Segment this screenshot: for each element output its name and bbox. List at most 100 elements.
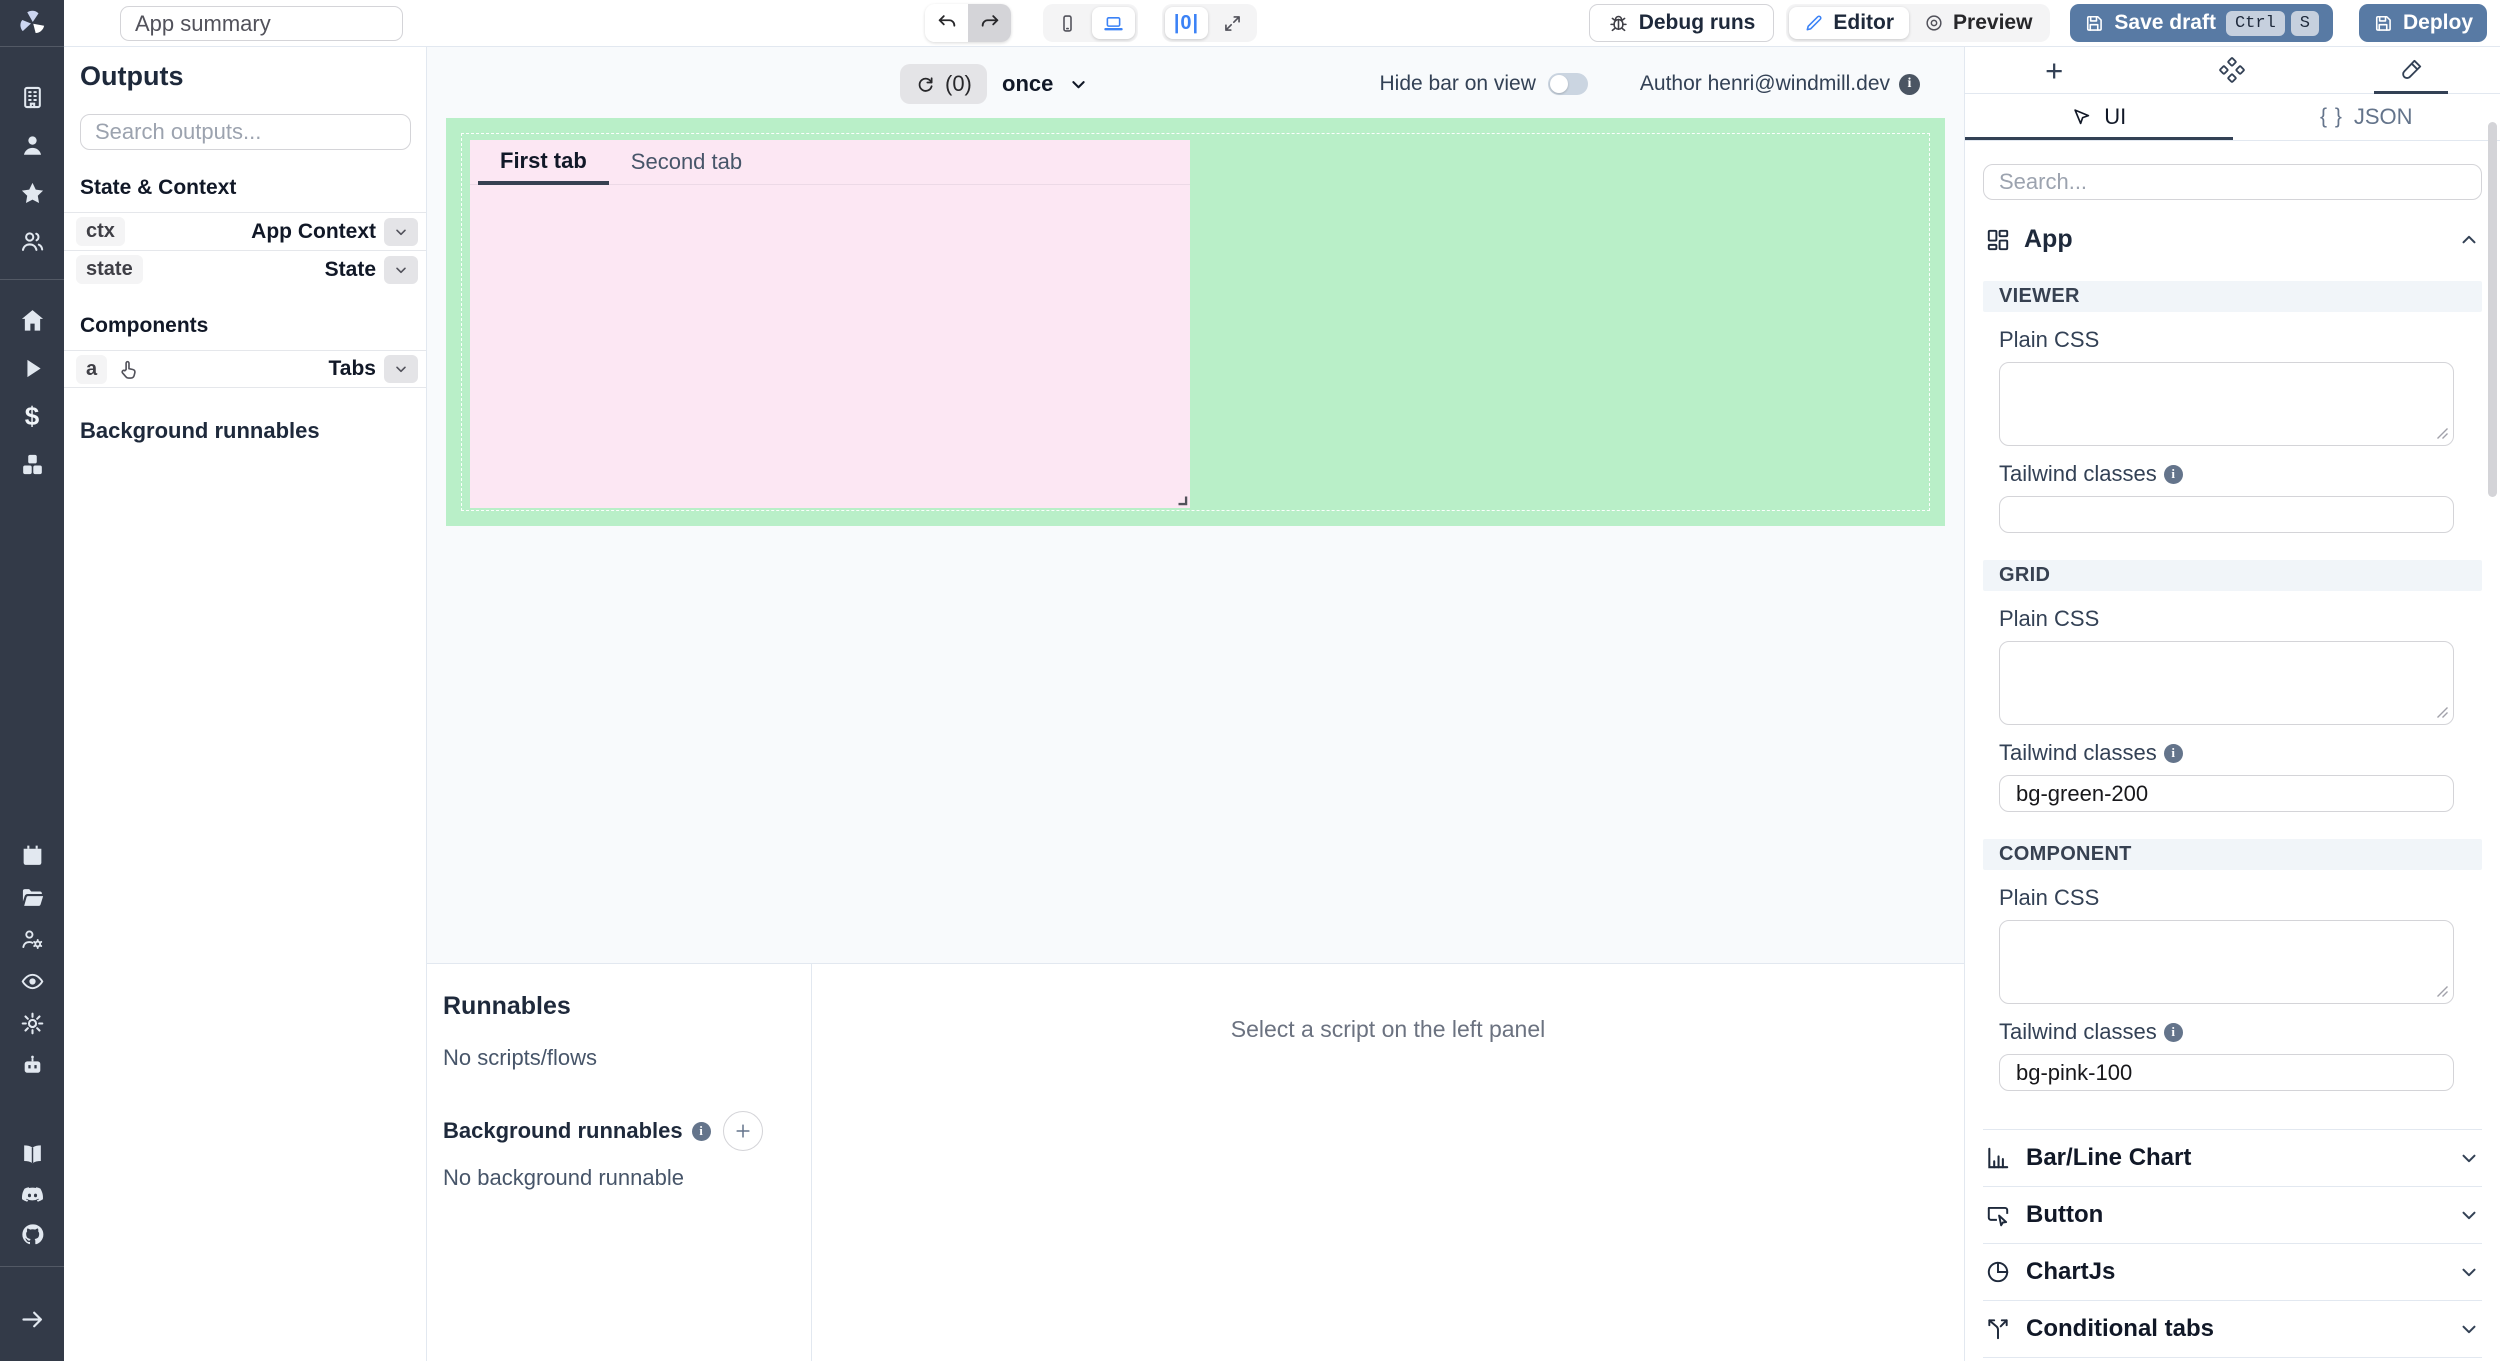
global-styling-tab[interactable]	[2322, 47, 2500, 93]
expand-ctx-button[interactable]	[384, 218, 418, 246]
resize-grip-icon[interactable]	[2436, 427, 2449, 440]
app-grid-background[interactable]: First tab Second tab	[446, 118, 1945, 526]
save-draft-label: Save draft	[2114, 11, 2216, 35]
runnables-panel: Runnables No scripts/flows Background ru…	[427, 963, 1964, 1361]
deploy-button[interactable]: Deploy	[2359, 4, 2487, 42]
expand-style-row-button[interactable]	[2458, 1147, 2480, 1169]
tailwind-info-icon[interactable]: i	[2164, 465, 2183, 484]
sidebar-item-favorites[interactable]	[0, 169, 64, 217]
tailwind-info-icon[interactable]: i	[2164, 1023, 2183, 1042]
scrollbar-thumb[interactable]	[2488, 122, 2497, 497]
expand-style-row-button[interactable]	[2458, 1261, 2480, 1283]
sidebar-item-schedules[interactable]	[0, 834, 64, 876]
refresh-count: (0)	[945, 71, 972, 97]
expand-component-button[interactable]	[384, 355, 418, 383]
chevron-down-icon	[393, 262, 409, 278]
app-section-header[interactable]: App	[1983, 225, 2482, 254]
author-info-icon[interactable]: i	[1899, 74, 1920, 95]
refresh-mode-select[interactable]: once	[992, 64, 1098, 104]
grid-plain-css-label: Plain CSS	[1999, 606, 2482, 632]
sidebar-item-user[interactable]	[0, 121, 64, 169]
discord-icon	[20, 1182, 45, 1207]
sidebar-item-discord[interactable]	[0, 1174, 64, 1214]
background-runnables-row: Background runnables i	[443, 1111, 811, 1151]
resize-grip-icon[interactable]	[2436, 985, 2449, 998]
mobile-view-button[interactable]	[1046, 7, 1089, 39]
output-type-label: State	[325, 258, 376, 282]
outputs-panel: Outputs State & Context ctx App Context …	[64, 47, 427, 1361]
ui-subtab[interactable]: UI	[1965, 94, 2233, 140]
tab-second[interactable]: Second tab	[609, 140, 764, 184]
component-settings-tab[interactable]	[2143, 47, 2321, 93]
styling-search-input[interactable]	[1983, 164, 2482, 200]
resize-grip-icon[interactable]	[2436, 706, 2449, 719]
collapse-app-section-button[interactable]	[2458, 229, 2480, 251]
hide-bar-toggle[interactable]	[1548, 73, 1588, 95]
style-row-button[interactable]: Button	[1983, 1186, 2482, 1243]
insert-component-tab[interactable]: +	[1965, 47, 2143, 93]
sidebar-item-workspace[interactable]	[0, 73, 64, 121]
bar-chart-icon	[1985, 1145, 2011, 1171]
component-tailwind-label: Tailwind classes i	[1999, 1019, 2482, 1045]
center-align-button[interactable]: |0|	[1165, 7, 1208, 39]
style-row-conditional-tabs[interactable]: Conditional tabs	[1983, 1300, 2482, 1357]
sidebar-item-workers[interactable]	[0, 918, 64, 960]
component-tailwind-input[interactable]	[1999, 1054, 2454, 1091]
refresh-count-button[interactable]: (0)	[900, 64, 987, 104]
no-scripts-label: No scripts/flows	[443, 1045, 811, 1071]
sidebar-item-ai[interactable]	[0, 1044, 64, 1086]
sidebar-item-folders[interactable]	[0, 876, 64, 918]
app-summary-input[interactable]	[120, 6, 403, 41]
eye-icon	[20, 969, 45, 994]
phone-icon	[1057, 13, 1078, 34]
output-row-ctx[interactable]: ctx App Context	[64, 212, 426, 250]
app-canvas[interactable]: (0) once Hide bar on view Author henri@w…	[427, 47, 1964, 963]
component-plain-css-input[interactable]	[1999, 920, 2454, 1004]
desktop-view-button[interactable]	[1092, 7, 1135, 39]
component-type-label: Tabs	[329, 357, 376, 381]
resize-handle[interactable]	[1175, 493, 1189, 507]
viewer-tailwind-input[interactable]	[1999, 496, 2454, 533]
undo-button[interactable]	[925, 4, 968, 42]
sidebar-item-audit[interactable]	[0, 960, 64, 1002]
expand-style-row-button[interactable]	[2458, 1318, 2480, 1340]
style-row-chartjs[interactable]: ChartJs	[1983, 1243, 2482, 1300]
expand-canvas-button[interactable]	[1211, 7, 1254, 39]
outputs-search-input[interactable]	[80, 114, 411, 150]
pointer-hand-icon	[117, 358, 140, 381]
expand-style-row-button[interactable]	[2458, 1204, 2480, 1226]
rail-group-workspace	[0, 73, 64, 265]
redo-button[interactable]	[968, 4, 1011, 42]
state-context-heading: State & Context	[80, 176, 410, 200]
sidebar-collapse-button[interactable]	[0, 1297, 64, 1341]
sidebar-item-docs[interactable]	[0, 1134, 64, 1174]
debug-runs-button[interactable]: Debug runs	[1589, 4, 1775, 42]
save-draft-button[interactable]: Save draft Ctrl S	[2070, 4, 2333, 42]
sidebar-item-resources[interactable]	[0, 440, 64, 488]
grid-plain-css-input[interactable]	[1999, 641, 2454, 725]
sidebar-item-home[interactable]	[0, 296, 64, 344]
expand-state-button[interactable]	[384, 256, 418, 284]
sidebar-item-groups[interactable]	[0, 217, 64, 265]
windmill-logo[interactable]	[0, 0, 64, 47]
tab-first[interactable]: First tab	[478, 140, 609, 185]
style-row-bar-line-chart[interactable]: Bar/Line Chart	[1983, 1129, 2482, 1186]
debug-runs-label: Debug runs	[1639, 11, 1756, 35]
tabs-component[interactable]: First tab Second tab	[470, 140, 1190, 508]
preview-tab[interactable]: Preview	[1909, 7, 2047, 39]
sidebar-item-github[interactable]	[0, 1214, 64, 1254]
sidebar-item-variables[interactable]: $	[0, 392, 64, 440]
output-row-component-a[interactable]: a Tabs	[64, 350, 426, 388]
viewer-plain-css-input[interactable]	[1999, 362, 2454, 446]
grid-tailwind-input[interactable]	[1999, 775, 2454, 812]
background-runnables-info-icon[interactable]: i	[692, 1122, 711, 1141]
sidebar-item-runs[interactable]	[0, 344, 64, 392]
styling-scroll-area[interactable]: App VIEWER Plain CSS	[1965, 141, 2500, 1361]
json-subtab[interactable]: { } JSON	[2233, 94, 2500, 140]
tailwind-info-icon[interactable]: i	[2164, 744, 2183, 763]
output-row-state[interactable]: state State	[64, 250, 426, 288]
editor-tab[interactable]: Editor	[1789, 7, 1909, 39]
add-background-runnable-button[interactable]	[723, 1111, 763, 1151]
style-row-container[interactable]: Container	[1983, 1357, 2482, 1361]
sidebar-item-settings[interactable]	[0, 1002, 64, 1044]
